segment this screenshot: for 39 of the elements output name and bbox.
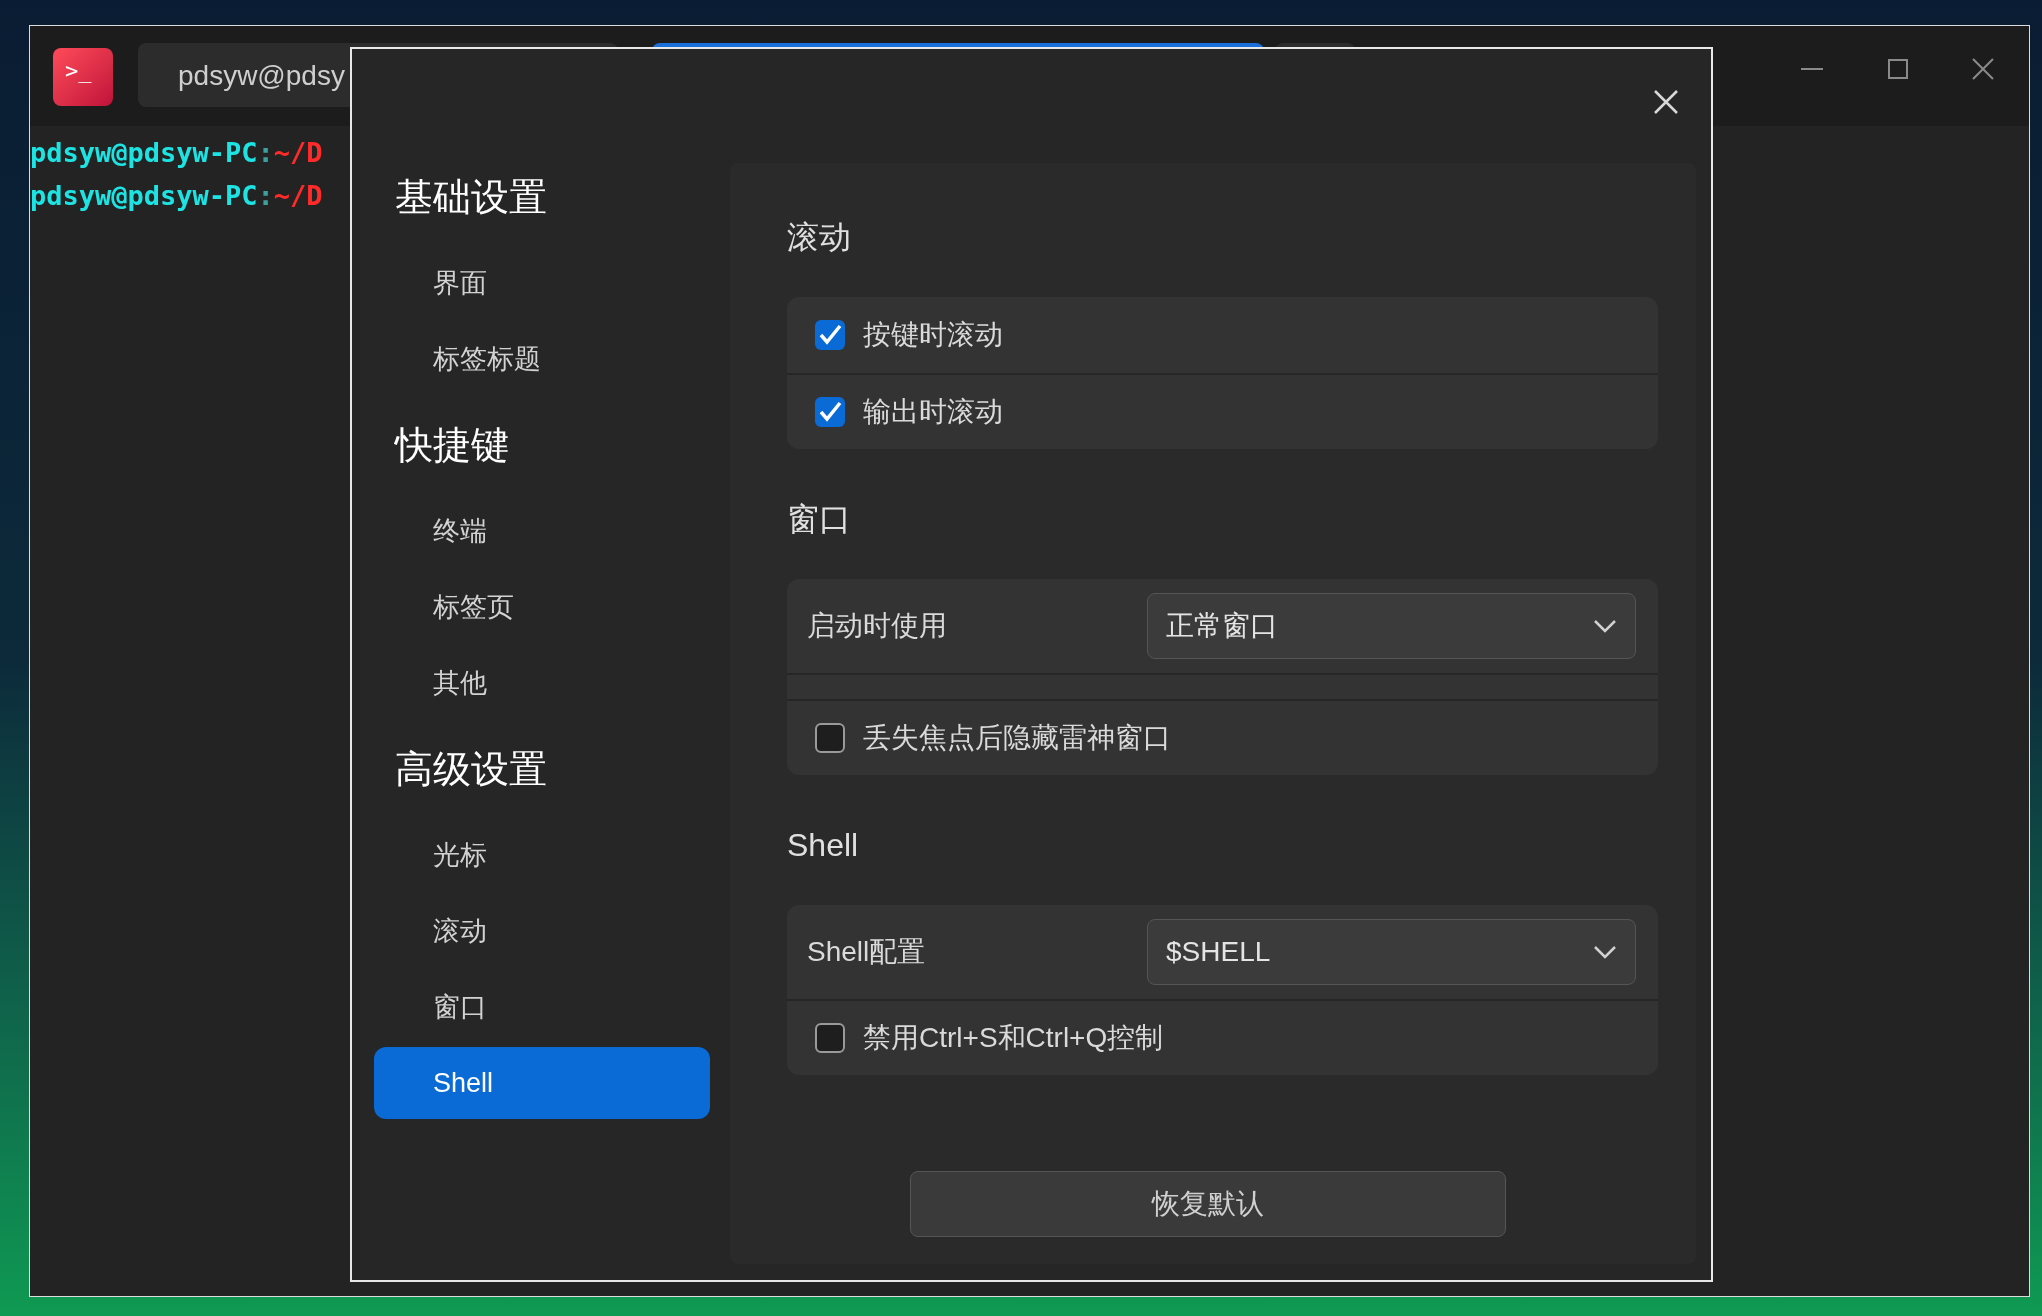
- sidebar-item[interactable]: 界面: [374, 247, 710, 319]
- dropdown[interactable]: $SHELL: [1147, 919, 1636, 985]
- section-title: Shell: [787, 826, 860, 865]
- field-label: Shell配置: [807, 935, 927, 969]
- maximize-icon[interactable]: [1887, 58, 1909, 80]
- dropdown[interactable]: 正常窗口: [1147, 593, 1636, 659]
- section-title: 窗口: [787, 500, 852, 539]
- prompt-separator: :: [257, 136, 274, 170]
- field-label: 启动时使用: [807, 609, 948, 643]
- checkbox-label: 输出时滚动: [863, 395, 1003, 429]
- restore-defaults-button[interactable]: 恢复默认: [909, 1171, 1506, 1237]
- prompt-user-host: pdsyw@pdsyw-PC: [30, 136, 258, 170]
- sidebar-item[interactable]: 标签标题: [374, 323, 710, 395]
- section-title: 滚动: [787, 218, 852, 257]
- chevron-down-icon: [1593, 945, 1617, 959]
- sidebar-item[interactable]: 终端: [374, 495, 710, 567]
- checkbox-label: 丢失焦点后隐藏雷神窗口: [863, 721, 1171, 755]
- sidebar-item[interactable]: 光标: [374, 819, 710, 891]
- prompt-separator: :: [257, 179, 274, 213]
- close-icon[interactable]: [1971, 57, 1995, 81]
- checkbox[interactable]: [815, 320, 845, 350]
- chevron-down-icon: [1593, 619, 1617, 633]
- sidebar-item[interactable]: Shell: [374, 1047, 710, 1119]
- checkbox[interactable]: [815, 397, 845, 427]
- sidebar-item[interactable]: 其他: [374, 647, 710, 719]
- prompt-path: ~/D: [273, 136, 323, 170]
- prompt-user-host: pdsyw@pdsyw-PC: [30, 179, 258, 213]
- terminal-app-icon[interactable]: >_: [53, 48, 113, 106]
- sidebar-heading: 快捷键: [393, 423, 510, 468]
- checkbox-label: 按键时滚动: [863, 318, 1003, 352]
- sidebar-heading: 基础设置: [394, 175, 548, 220]
- sidebar-item[interactable]: 标签页: [374, 571, 710, 643]
- sidebar-item[interactable]: 窗口: [374, 971, 710, 1043]
- checkbox-label: 禁用Ctrl+S和Ctrl+Q控制: [863, 1021, 1164, 1055]
- checkbox[interactable]: [815, 723, 845, 753]
- sidebar-item[interactable]: 滚动: [374, 895, 710, 967]
- prompt-path: ~/D: [273, 179, 323, 213]
- sidebar-heading: 高级设置: [394, 747, 548, 792]
- checkbox[interactable]: [815, 1023, 845, 1053]
